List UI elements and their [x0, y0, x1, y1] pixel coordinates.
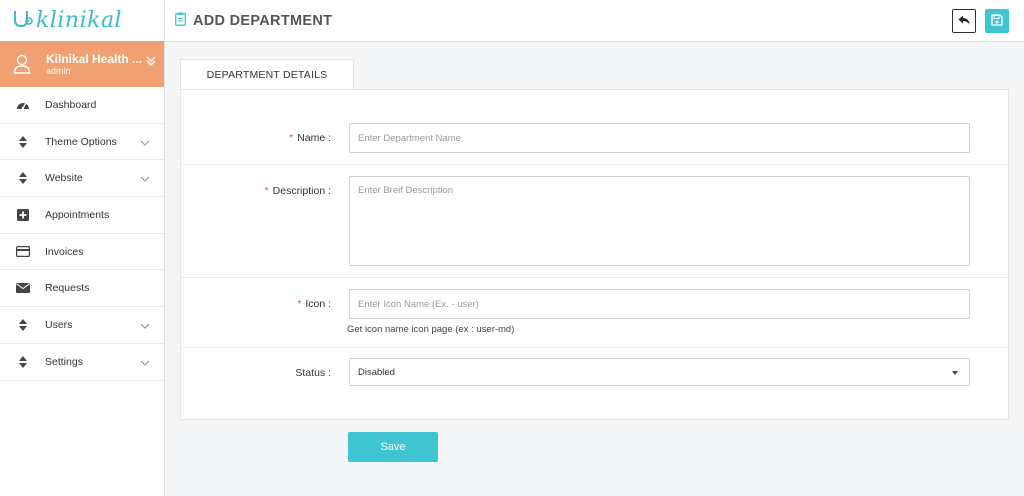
- double-chevron-down-icon[interactable]: [146, 55, 156, 70]
- page-title-text: ADD DEPARTMENT: [193, 12, 333, 29]
- sidebar-item-settings[interactable]: Settings: [0, 344, 164, 381]
- sort-icon: [16, 318, 30, 332]
- sort-icon: [16, 171, 30, 185]
- department-form: *Name : *Description : *Icon : Get icon …: [180, 89, 1009, 420]
- description-label: * Description :: [265, 185, 331, 197]
- sidebar-item-users[interactable]: Users: [0, 307, 164, 344]
- save-icon-button[interactable]: [985, 9, 1009, 33]
- icon-name-field[interactable]: [349, 289, 970, 319]
- department-name-input[interactable]: [350, 124, 969, 152]
- description-row: * Description :: [181, 165, 1008, 278]
- envelope-icon: [16, 281, 30, 295]
- plus-square-icon: [16, 208, 30, 222]
- sidebar-item-label: Invoices: [45, 245, 84, 258]
- sidebar-item-label: Settings: [45, 355, 83, 368]
- caret-down-icon: [952, 371, 958, 375]
- credit-card-icon: [16, 245, 30, 259]
- icon-row: *Icon : Get icon name icon page (ex : us…: [181, 278, 1008, 348]
- user-card[interactable]: Kilnikal Health ... admin: [0, 41, 164, 87]
- stethoscope-icon: [12, 9, 34, 33]
- description-label-text: Description :: [272, 185, 331, 197]
- tab-department-details[interactable]: DEPARTMENT DETAILS: [180, 59, 354, 90]
- status-selected-value: Disabled: [358, 367, 395, 378]
- reply-icon: [958, 15, 970, 28]
- icon-name-input[interactable]: [350, 290, 969, 318]
- sidebar-item-appointments[interactable]: Appointments: [0, 197, 164, 234]
- status-row: Status : Disabled: [181, 348, 1008, 421]
- page-title: ADD DEPARTMENT: [175, 12, 332, 29]
- name-row: * Name :: [181, 90, 1008, 165]
- save-button[interactable]: Save: [348, 432, 438, 462]
- sidebar-item-label: Dashboard: [45, 98, 97, 111]
- sidebar-item-label: Appointments: [45, 208, 110, 221]
- sidebar-nav: Dashboard Theme Options Website Appointm…: [0, 87, 164, 381]
- sidebar-item-website[interactable]: Website: [0, 160, 164, 198]
- icon-label-text: Icon :: [305, 298, 331, 310]
- status-select[interactable]: Disabled: [349, 358, 970, 386]
- description-field[interactable]: [349, 176, 970, 266]
- required-mark: *: [297, 298, 302, 310]
- sidebar-item-requests[interactable]: Requests: [0, 270, 164, 308]
- dashboard-icon: [16, 98, 30, 112]
- logo[interactable]: klinikal: [0, 0, 164, 41]
- name-label: * Name :: [289, 132, 331, 144]
- required-mark: *: [289, 132, 294, 144]
- user-avatar-icon: [12, 53, 32, 75]
- chevron-down-icon: [140, 137, 150, 149]
- user-name: Kilnikal Health ...: [46, 51, 143, 66]
- name-label-text: Name :: [297, 132, 331, 144]
- sidebar-item-theme-options[interactable]: Theme Options: [0, 124, 164, 161]
- sidebar: klinikal Kilnikal Health ... admin Dashb…: [0, 0, 165, 496]
- sidebar-item-invoices[interactable]: Invoices: [0, 234, 164, 271]
- topbar: ADD DEPARTMENT: [165, 0, 1024, 42]
- sidebar-item-label: Website: [45, 172, 83, 185]
- sidebar-item-label: Theme Options: [45, 135, 117, 148]
- floppy-disk-icon: [991, 13, 1003, 29]
- sidebar-item-label: Requests: [45, 282, 90, 295]
- chevron-down-icon: [140, 320, 150, 332]
- chevron-down-icon: [140, 173, 150, 185]
- icon-label: * Icon :: [297, 298, 331, 310]
- sidebar-item-dashboard[interactable]: Dashboard: [0, 87, 164, 124]
- sort-icon: [16, 355, 30, 369]
- logo-text: klinikal: [36, 8, 123, 33]
- status-label: Status :: [295, 367, 331, 379]
- back-button[interactable]: [952, 9, 976, 33]
- user-role: admin: [46, 65, 71, 76]
- icon-help-text: Get icon name icon page (ex : user-md): [347, 324, 515, 335]
- sidebar-item-label: Users: [45, 318, 73, 331]
- sort-icon: [16, 135, 30, 149]
- required-mark: *: [264, 185, 269, 197]
- department-name-field[interactable]: [349, 123, 970, 153]
- chevron-down-icon: [140, 357, 150, 369]
- description-textarea[interactable]: [350, 177, 969, 265]
- clipboard-icon: [175, 12, 186, 29]
